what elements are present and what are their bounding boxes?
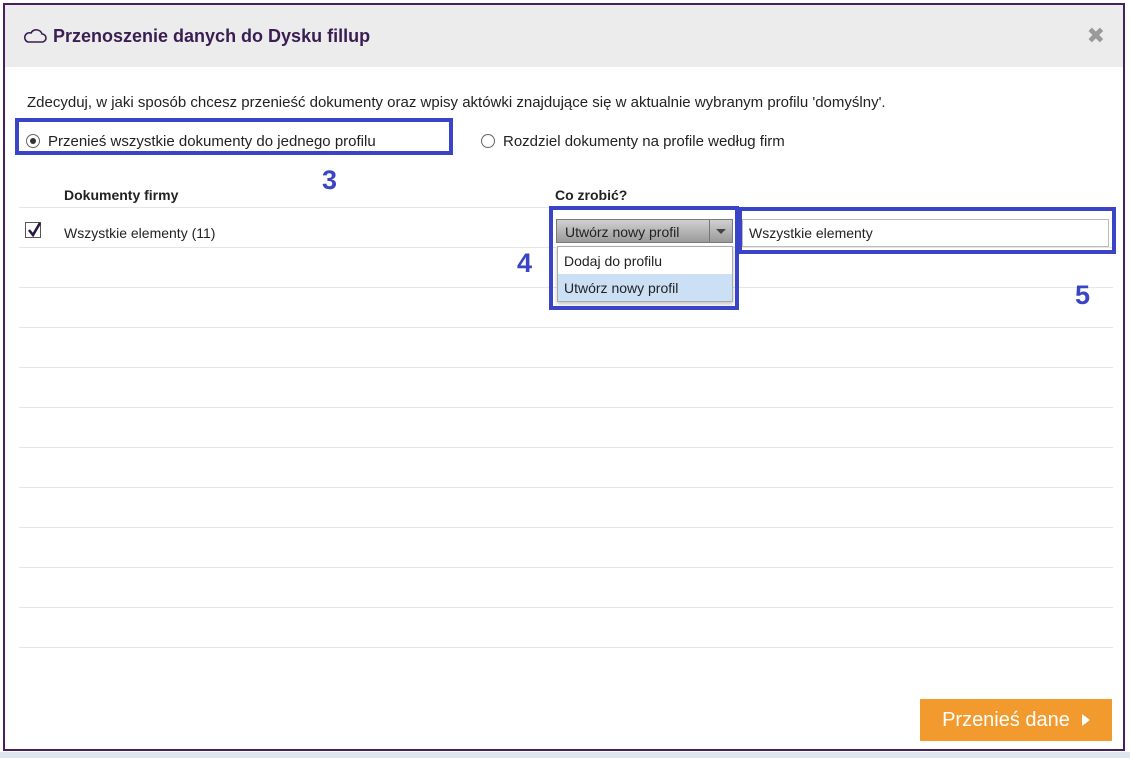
table-divider xyxy=(19,527,1113,528)
option-split-profiles[interactable]: Rozdziel dokumenty na profile według fir… xyxy=(481,130,785,152)
column-header-documents: Dokumenty firmy xyxy=(64,187,179,203)
column-header-action: Co zrobić? xyxy=(555,187,628,203)
row-label: Wszystkie elementy (11) xyxy=(64,225,216,241)
cloud-icon xyxy=(24,29,47,43)
option-split-profiles-label: Rozdziel dokumenty na profile według fir… xyxy=(503,132,785,150)
dialog-title: Przenoszenie danych do Dysku fillup xyxy=(53,26,371,46)
annotation-label-4: 4 xyxy=(517,248,533,278)
table-divider xyxy=(19,607,1113,608)
table-divider xyxy=(19,567,1113,568)
close-icon[interactable]: ✖ xyxy=(1087,25,1105,47)
table-divider xyxy=(19,447,1113,448)
transfer-button-label: Przenieś dane xyxy=(942,708,1070,731)
checkmark-icon xyxy=(27,222,42,238)
table-divider xyxy=(19,327,1113,328)
highlight-box-3 xyxy=(15,118,453,155)
play-icon xyxy=(1081,714,1090,726)
dialog-header: Przenoszenie danych do Dysku fillup ✖ xyxy=(5,5,1123,67)
annotation-label-5: 5 xyxy=(1075,280,1091,310)
table-divider xyxy=(19,487,1113,488)
table-divider xyxy=(19,407,1113,408)
table-divider xyxy=(19,367,1113,368)
radio-unselected-icon[interactable] xyxy=(481,134,495,148)
intro-text: Zdecyduj, w jaki sposób chcesz przenieść… xyxy=(27,94,886,111)
highlight-box-4 xyxy=(549,206,739,310)
bottom-strip xyxy=(0,752,1130,758)
annotation-label-3: 3 xyxy=(322,165,338,195)
transfer-dialog: Przenoszenie danych do Dysku fillup ✖ Zd… xyxy=(3,3,1125,751)
transfer-button[interactable]: Przenieś dane xyxy=(920,699,1112,741)
table-divider xyxy=(19,647,1113,648)
row-checkbox[interactable] xyxy=(25,222,42,238)
highlight-box-5 xyxy=(738,207,1116,254)
